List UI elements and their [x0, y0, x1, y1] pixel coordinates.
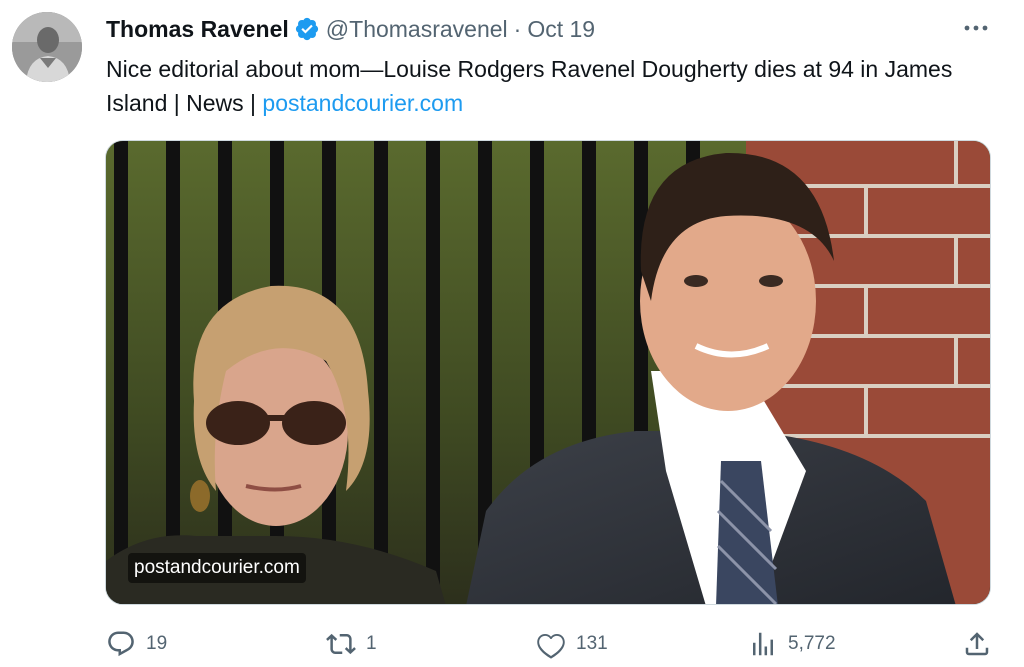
reply-count: 19 [146, 633, 168, 654]
views-button[interactable]: 5,772 [748, 624, 836, 664]
reply-icon [106, 629, 136, 659]
retweet-count: 1 [366, 633, 377, 654]
reply-button[interactable]: 19 [106, 624, 167, 664]
avatar-image [12, 12, 82, 82]
author-avatar[interactable] [12, 12, 82, 82]
tweet-body: Nice editorial about mom—Louise Rodgers … [106, 56, 953, 116]
tweet-date[interactable]: Oct 19 [527, 16, 595, 43]
retweet-icon [326, 629, 356, 659]
photo-image [106, 141, 990, 604]
retweet-button[interactable]: 1 [326, 624, 377, 664]
tweet-text: Nice editorial about mom—Louise Rodgers … [106, 52, 996, 120]
tweet-header: Thomas Ravenel @Thomasravenel · Oct 19 [106, 14, 595, 44]
like-button[interactable]: 131 [536, 624, 608, 664]
verified-badge-icon[interactable] [294, 16, 320, 42]
analytics-icon [748, 629, 778, 659]
like-count: 131 [576, 633, 608, 654]
media-source-caption: postandcourier.com [128, 553, 306, 583]
tweet-link[interactable]: postandcourier.com [262, 90, 463, 116]
tweet-media-photo[interactable] [105, 140, 991, 605]
views-count: 5,772 [788, 633, 836, 654]
heart-icon [536, 629, 566, 659]
author-name[interactable]: Thomas Ravenel [106, 16, 289, 43]
share-button[interactable] [962, 624, 992, 664]
share-icon [962, 629, 992, 659]
tweet-actions: 19 1 131 5,772 [0, 624, 1024, 664]
author-handle[interactable]: @Thomasravenel [326, 16, 508, 43]
more-options-icon[interactable] [962, 16, 990, 40]
header-separator: · [513, 15, 522, 42]
